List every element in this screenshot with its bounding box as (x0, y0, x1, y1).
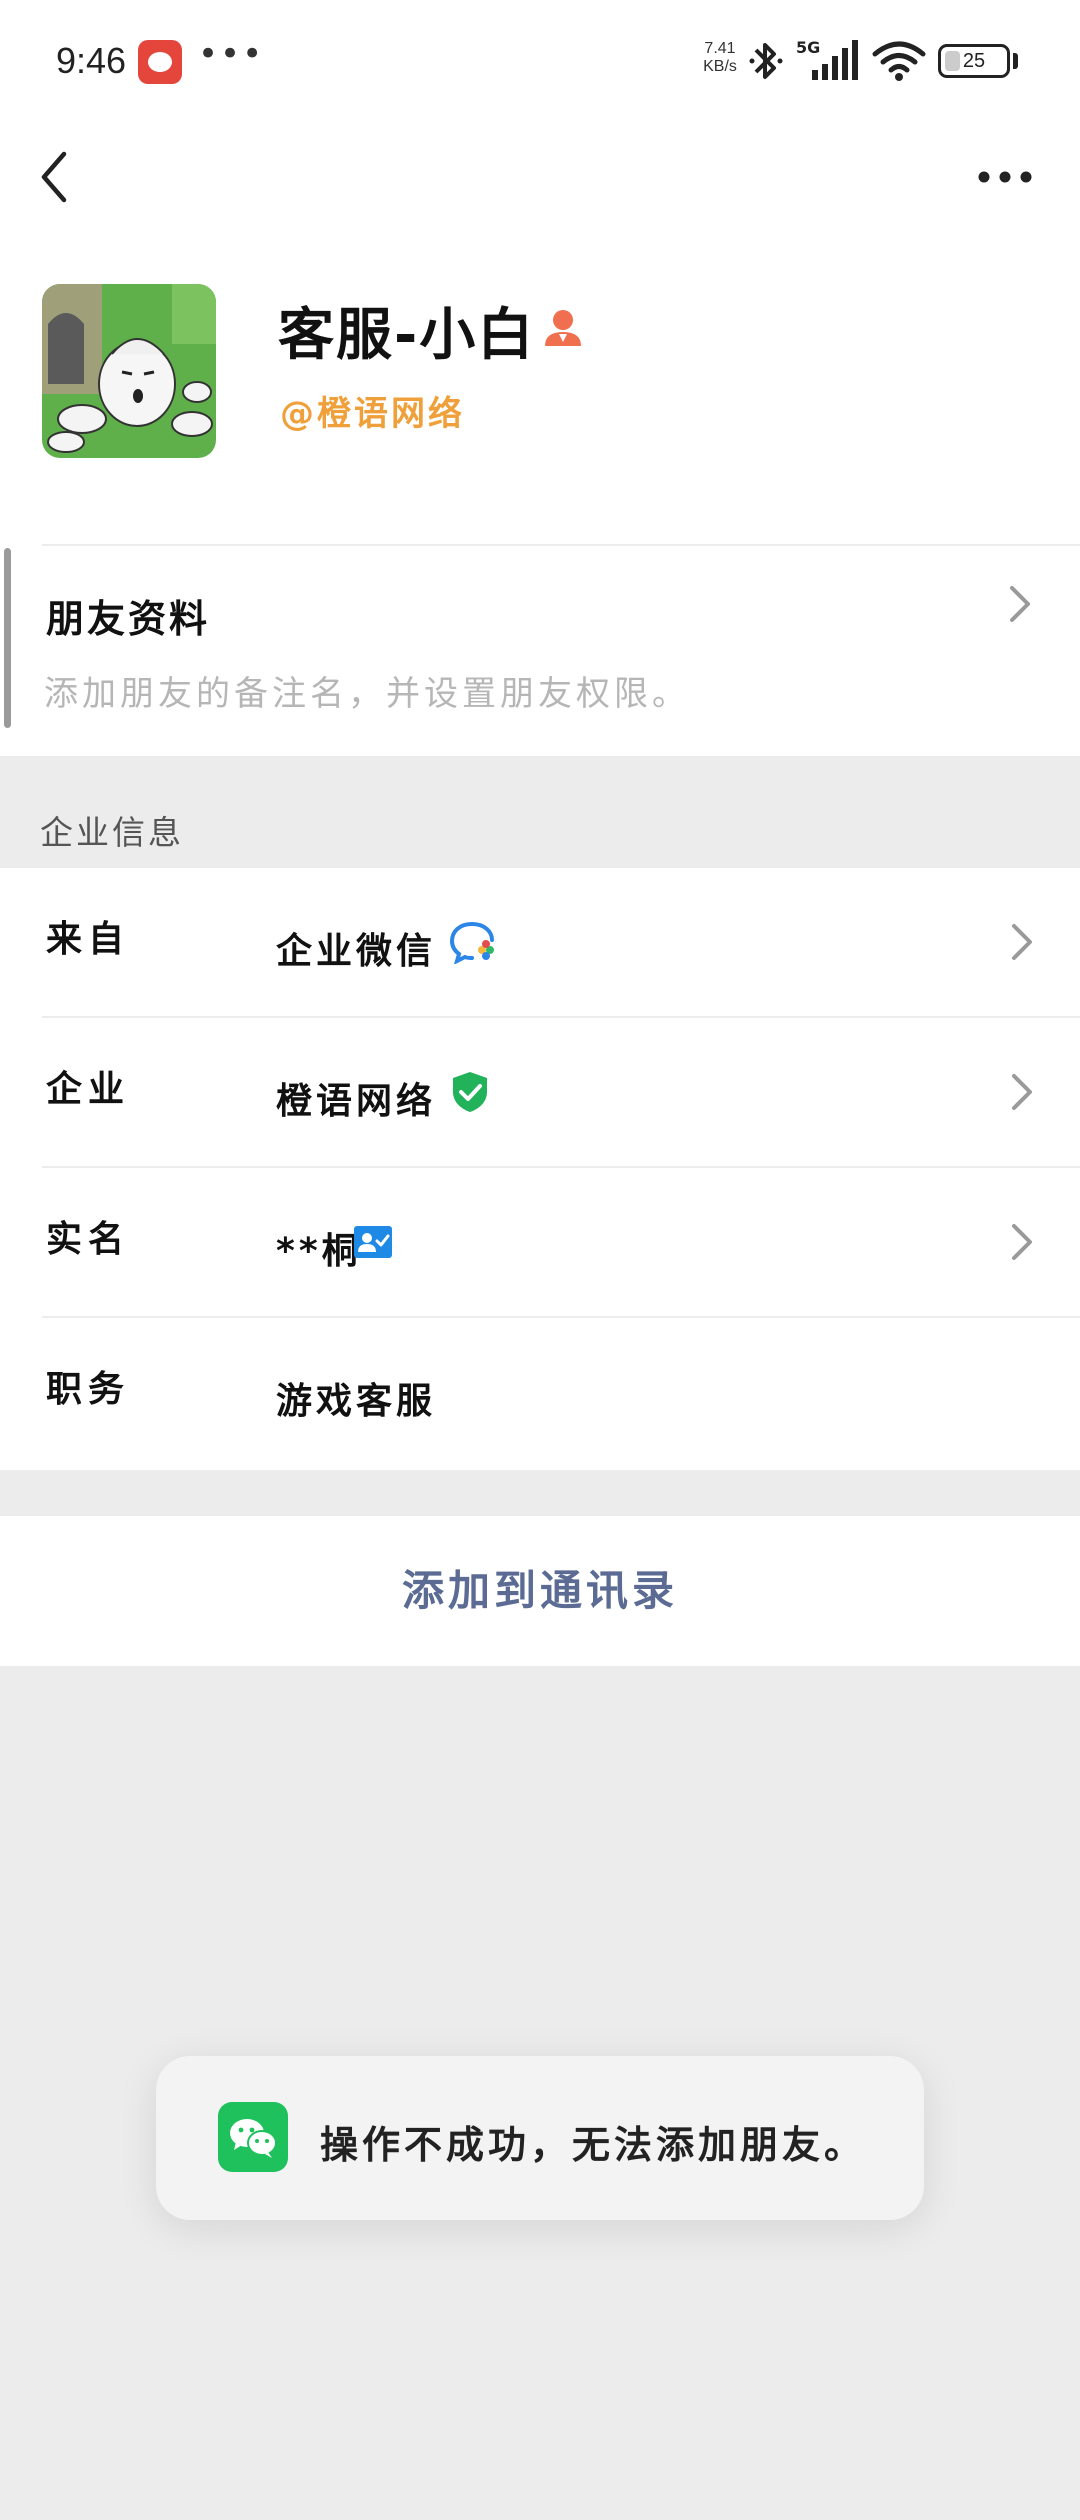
verified-shield-icon (453, 1072, 487, 1112)
battery-percent: 25 (962, 50, 986, 72)
info-row-realname[interactable]: 实名 **桐 (0, 1168, 1080, 1318)
friend-info-subtitle: 添加朋友的备注名，并设置朋友权限。 (44, 674, 690, 714)
avatar[interactable] (42, 284, 216, 458)
enterprise-info-list: 来自 企业微信 企业 橙语网络 实名 **桐 职务 游戏客服 (0, 868, 1080, 1470)
info-row-label: 企业 (46, 1069, 131, 1110)
chevron-right-icon (1012, 1074, 1032, 1110)
more-options-button[interactable] (970, 150, 1040, 204)
chevron-right-icon (1010, 586, 1030, 622)
chevron-right-icon (1012, 924, 1032, 960)
service-agent-icon (545, 310, 581, 346)
info-row-label: 来自 (46, 919, 131, 960)
net-speed: 7.41 KB/s (698, 40, 742, 76)
info-row-label: 职务 (46, 1369, 131, 1410)
add-to-contacts-button[interactable]: 添加到通讯录 (0, 1516, 1080, 1666)
wecom-icon (449, 922, 494, 964)
wechat-logo-icon (230, 2119, 277, 2158)
scrollbar[interactable] (4, 548, 11, 728)
friend-info-row[interactable] (0, 544, 1080, 756)
info-row-value: **桐 (276, 1231, 362, 1272)
divider (42, 544, 1080, 546)
status-time: 9:46 (56, 40, 127, 81)
back-button[interactable] (30, 142, 80, 212)
info-row-enterprise[interactable]: 企业 橙语网络 (0, 1018, 1080, 1168)
battery-cap (1013, 53, 1018, 69)
info-row-value: 游戏客服 (276, 1381, 437, 1422)
status-more-notifications: ••• (198, 34, 265, 74)
bluetooth-icon (749, 43, 783, 79)
info-row-value: 企业微信 (276, 931, 437, 972)
contact-name: 客服-小白 (278, 303, 536, 368)
battery-icon: 25 (938, 44, 1010, 78)
net-speed-unit: KB/s (703, 58, 737, 75)
wifi-icon (872, 41, 926, 81)
net-speed-value: 7.41 (704, 40, 736, 57)
chevron-left-icon (41, 151, 67, 203)
section-label-enterprise: 企业信息 (40, 813, 184, 852)
info-row-source[interactable]: 来自 企业微信 (0, 868, 1080, 1018)
avatar-image (42, 284, 216, 458)
realname-card-icon (354, 1226, 392, 1258)
info-row-label: 实名 (46, 1219, 131, 1260)
toast-message: 操作不成功，无法添加朋友。 (320, 2123, 867, 2167)
corp-tag[interactable]: @橙语网络 (280, 386, 465, 435)
wechat-icon (218, 2102, 288, 2172)
info-row-value: 橙语网络 (276, 1081, 437, 1122)
notification-app-icon (138, 40, 182, 84)
signal-strength-icon (812, 40, 858, 80)
more-horizontal-icon (978, 171, 1032, 183)
info-row-position: 职务 游戏客服 (0, 1318, 1080, 1468)
chevron-right-icon (1012, 1224, 1032, 1260)
friend-info-title: 朋友资料 (46, 597, 211, 641)
